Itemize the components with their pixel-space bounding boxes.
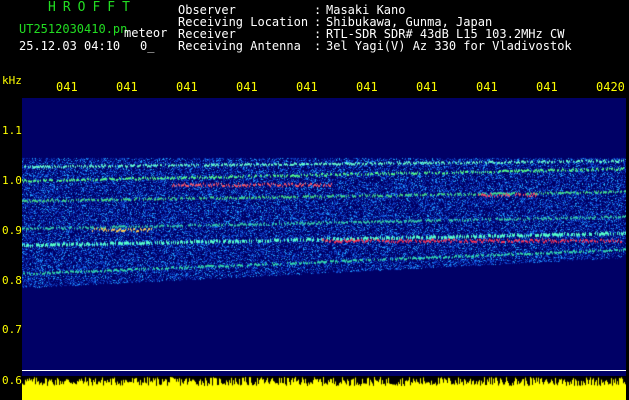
antenna-label: Receiving Antenna [178,39,301,53]
datetime-suffix-label: 0_ [140,39,155,53]
time-tick: 041 [116,80,138,94]
reference-line [22,370,626,371]
frequency-tick: 1.0 [2,174,22,187]
time-tick: 041 [356,80,378,94]
time-axis: 041 041 041 041 041 041 041 041 041 0420 [0,80,629,94]
frequency-tick: 0.6 [2,374,22,387]
time-tick: 041 [236,80,258,94]
antenna-row: Receiving Antenna:3el Yagi(V) Az 330 for… [178,40,572,52]
frequency-tick: 0.8 [2,274,22,287]
station-info-panel: Observer: Masaki Kano Receiving Location:… [178,4,572,52]
time-tick: 041 [416,80,438,94]
time-tick: 041 [296,80,318,94]
time-tick: 041 [176,80,198,94]
separator: : [314,39,322,53]
time-tick: 041 [56,80,78,94]
frequency-tick: 0.9 [2,224,22,237]
time-tick: 0420 [596,80,625,94]
antenna-value: 3el Yagi(V) Az 330 for Vladivostok [326,39,572,53]
filename-label: UT2512030410.pn [19,22,128,36]
frequency-tick: 1.1 [2,124,22,137]
time-tick: 041 [476,80,498,94]
app-brand-label: HROFFT [48,0,137,15]
datetime-label: 25.12.03 04:10 [19,39,121,53]
signal-level-bar [22,376,626,400]
spectrogram-plot [22,98,626,376]
frequency-tick: 0.7 [2,323,22,336]
time-tick: 041 [536,80,558,94]
filename-suffix-label: meteor [124,26,168,40]
